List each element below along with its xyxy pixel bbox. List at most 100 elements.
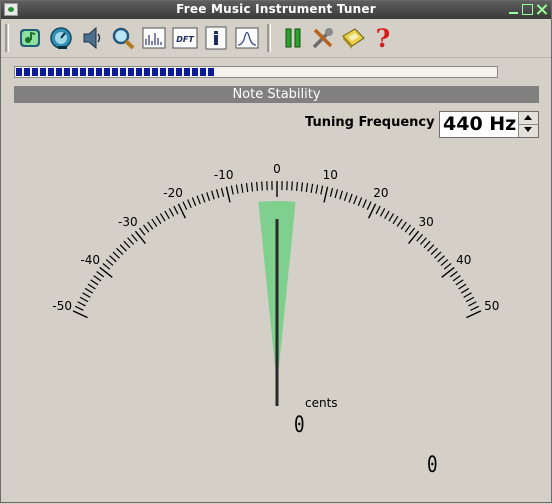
- meter-major-tick: [73, 311, 88, 318]
- meter-minor-tick: [183, 202, 187, 210]
- meter-minor-tick: [444, 263, 451, 269]
- meter-minor-tick: [165, 211, 169, 219]
- meter-minor-tick: [393, 216, 398, 224]
- meter-minor-tick: [330, 188, 332, 197]
- meter-minor-tick: [91, 280, 98, 285]
- meter-minor-tick: [471, 306, 479, 310]
- meter-minor-tick: [231, 186, 233, 195]
- meter-minor-tick: [78, 302, 86, 306]
- meter-scale-label: 50: [484, 299, 499, 313]
- meter-minor-tick: [257, 182, 258, 191]
- meter-scale-label: -40: [80, 253, 100, 267]
- meter-major-tick: [226, 187, 230, 203]
- meter-minor-tick: [148, 222, 153, 229]
- meter-scale-label: -30: [118, 215, 138, 229]
- meter-scale-label: -10: [214, 168, 234, 182]
- meter-minor-tick: [156, 216, 161, 224]
- meter-scale-label: 10: [323, 168, 338, 182]
- meter-minor-tick: [376, 206, 380, 214]
- cents-readout: 0: [294, 415, 305, 437]
- meter-minor-tick: [456, 280, 463, 285]
- meter-minor-tick: [174, 206, 178, 214]
- meter-minor-tick: [405, 225, 410, 232]
- main-window: Free Music Instrument Tuner: [0, 0, 552, 503]
- meter-minor-tick: [94, 276, 101, 281]
- meter-scale-label: 20: [373, 186, 388, 200]
- meter-minor-tick: [434, 252, 441, 258]
- meter-minor-tick: [424, 241, 430, 248]
- meter-minor-tick: [236, 185, 238, 194]
- meter-minor-tick: [110, 256, 117, 262]
- meter-minor-tick: [75, 306, 83, 310]
- meter-minor-tick: [358, 198, 361, 206]
- meter-minor-tick: [97, 272, 104, 277]
- meter-minor-tick: [117, 248, 123, 254]
- meter-minor-tick: [120, 245, 126, 251]
- meter-minor-tick: [124, 241, 130, 248]
- meter-scale-label: -50: [52, 299, 72, 313]
- meter-scale-label: 0: [273, 162, 281, 176]
- meter-minor-tick: [262, 182, 263, 191]
- meter-minor-tick: [344, 192, 347, 201]
- meter-minor-tick: [83, 293, 91, 298]
- meter-major-tick: [324, 187, 328, 203]
- meter-minor-tick: [468, 302, 476, 306]
- meter-minor-tick: [301, 182, 302, 191]
- meter-minor-tick: [363, 200, 367, 208]
- meter-minor-tick: [292, 182, 293, 191]
- meter-major-tick: [466, 311, 481, 318]
- meter-minor-tick: [397, 219, 402, 226]
- meter-minor-tick: [128, 238, 134, 245]
- meter-minor-tick: [420, 238, 426, 245]
- meter-minor-tick: [103, 263, 110, 269]
- meter-minor-tick: [464, 293, 472, 298]
- meter-minor-tick: [409, 228, 415, 235]
- meter-minor-tick: [216, 189, 218, 198]
- meter-minor-tick: [131, 234, 137, 241]
- meter-minor-tick: [197, 196, 200, 204]
- meter-minor-tick: [192, 198, 195, 206]
- meter-minor-tick: [152, 219, 157, 226]
- meter-minor-tick: [252, 182, 253, 191]
- meter-scale-label: -20: [163, 186, 183, 200]
- meter-minor-tick: [438, 256, 445, 262]
- meter-minor-tick: [367, 202, 371, 210]
- meter-minor-tick: [316, 185, 318, 194]
- meter-minor-tick: [221, 188, 223, 197]
- meter-minor-tick: [202, 194, 205, 202]
- meter-minor-tick: [241, 184, 242, 193]
- tuning-meter: -50 -40 -30 -20 -10 0 10 20 30 40 50: [1, 1, 552, 504]
- secondary-readout: 0: [427, 455, 438, 477]
- meter-minor-tick: [417, 234, 423, 241]
- meter-minor-tick: [441, 260, 448, 266]
- meter-minor-tick: [389, 214, 394, 222]
- meter-minor-tick: [349, 194, 352, 202]
- meter-minor-tick: [321, 186, 323, 195]
- meter-minor-tick: [354, 196, 357, 204]
- meter-minor-tick: [340, 191, 343, 200]
- meter-minor-tick: [88, 284, 96, 289]
- meter-scale-label: 30: [419, 215, 434, 229]
- meter-minor-tick: [80, 297, 88, 301]
- meter-minor-tick: [106, 260, 113, 266]
- cents-unit-label: cents: [305, 396, 338, 410]
- meter-minor-tick: [160, 214, 165, 222]
- meter-minor-tick: [380, 208, 384, 216]
- meter-minor-tick: [450, 272, 457, 277]
- meter-minor-tick: [169, 208, 173, 216]
- meter-minor-tick: [453, 276, 460, 281]
- meter-minor-tick: [113, 252, 120, 258]
- meter-minor-tick: [385, 211, 389, 219]
- meter-minor-tick: [428, 245, 434, 251]
- meter-minor-tick: [401, 222, 406, 229]
- meter-minor-tick: [139, 228, 145, 235]
- meter-minor-tick: [335, 189, 337, 198]
- meter-minor-tick: [311, 184, 312, 193]
- meter-minor-tick: [85, 288, 93, 293]
- meter-minor-tick: [461, 288, 469, 293]
- meter-minor-tick: [207, 192, 210, 201]
- meter-minor-tick: [212, 191, 215, 200]
- meter-minor-tick: [188, 200, 192, 208]
- meter-scale-label: 40: [456, 253, 471, 267]
- meter-minor-tick: [459, 284, 467, 289]
